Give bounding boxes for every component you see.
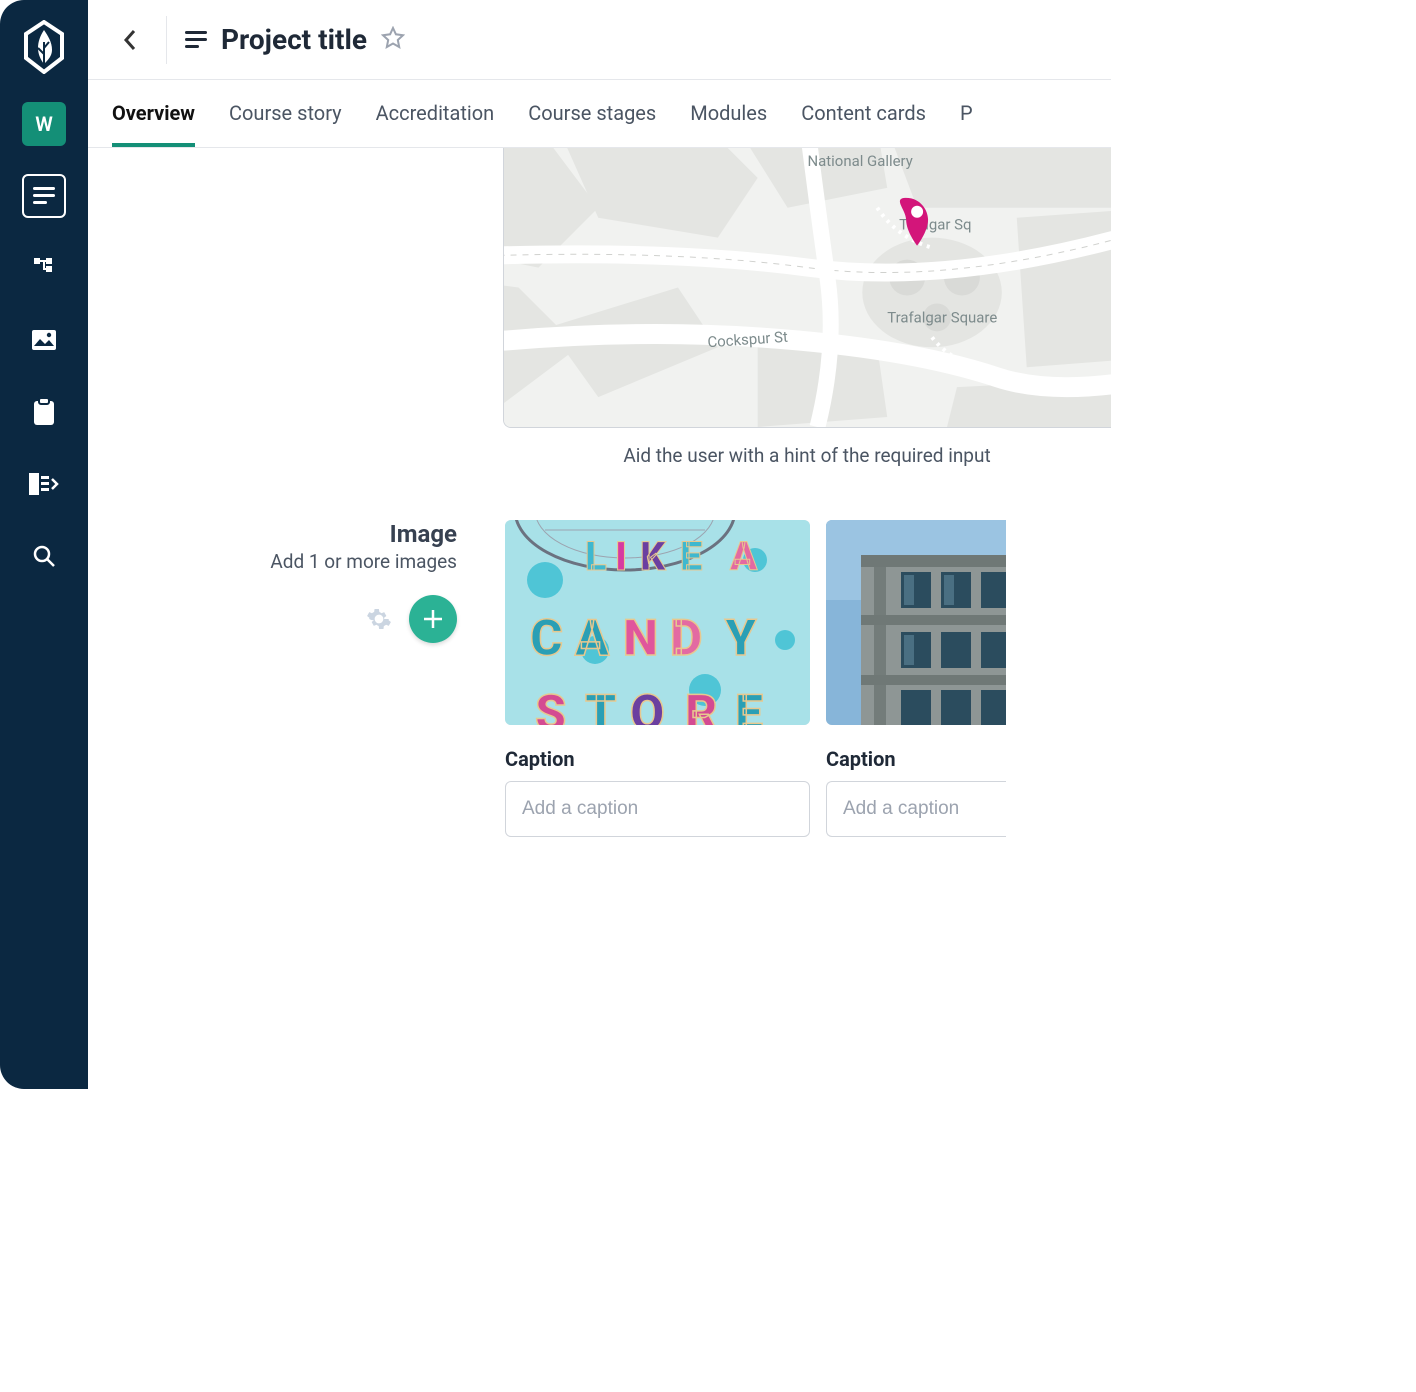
building-image: [826, 520, 1006, 725]
svg-text:D: D: [670, 610, 702, 668]
candy-cookies-image: L I K E A C A N D Y: [505, 520, 810, 725]
image-card: L I K E A C A N D Y: [505, 520, 810, 837]
svg-text:A: A: [729, 533, 758, 580]
svg-text:K: K: [640, 533, 666, 580]
image-field-header: Image Add 1 or more images: [88, 520, 473, 837]
tab-course-stages[interactable]: Course stages: [528, 81, 656, 147]
svg-text:S: S: [535, 685, 566, 725]
map-field[interactable]: National Gallery Trafalgar Square algar …: [503, 148, 1111, 428]
svg-text:E: E: [680, 533, 702, 580]
tab-content-cards[interactable]: Content cards: [801, 81, 926, 147]
tab-course-story[interactable]: Course story: [229, 81, 342, 147]
image-thumbnail[interactable]: [826, 520, 1006, 725]
workspace-initial: W: [35, 112, 53, 136]
clipboard-icon: [32, 398, 56, 426]
image-thumbnail[interactable]: L I K E A C A N D Y: [505, 520, 810, 725]
sidebar: W: [0, 0, 88, 1089]
image-field-subtitle: Add 1 or more images: [88, 550, 457, 573]
app-logo[interactable]: [22, 20, 66, 74]
page-title: Project title: [221, 23, 367, 56]
sidebar-item-workspace[interactable]: W: [22, 102, 66, 146]
caption-input[interactable]: [826, 781, 1006, 837]
caption-label: Caption: [505, 747, 810, 771]
horizontal-lines-icon: [33, 187, 55, 205]
svg-text:National Gallery: National Gallery: [808, 152, 913, 170]
svg-text:R: R: [685, 685, 718, 725]
svg-text:C: C: [530, 610, 563, 668]
svg-text:I: I: [615, 533, 627, 580]
svg-text:Y: Y: [724, 610, 757, 668]
tab-accreditation[interactable]: Accreditation: [376, 81, 495, 147]
svg-text:N: N: [623, 610, 658, 668]
tab-modules[interactable]: Modules: [690, 81, 767, 147]
caption-label: Caption: [826, 747, 1006, 771]
content-area: National Gallery Trafalgar Square algar …: [88, 148, 1111, 1089]
sidebar-item-clipboard[interactable]: [22, 390, 66, 434]
sidebar-item-search[interactable]: [22, 534, 66, 578]
svg-text:Trafalgar Square: Trafalgar Square: [887, 308, 997, 326]
svg-text:E: E: [735, 685, 763, 725]
svg-text:L: L: [585, 533, 607, 580]
svg-text:A: A: [574, 610, 610, 668]
chevron-left-icon: [123, 29, 137, 51]
divider: [166, 16, 167, 64]
tab-overview[interactable]: Overview: [112, 81, 195, 147]
image-icon: [31, 329, 57, 351]
tab-more[interactable]: P: [960, 81, 973, 147]
gear-icon: [366, 606, 392, 632]
tabs: Overview Course story Accreditation Cour…: [88, 80, 1111, 148]
back-button[interactable]: [112, 22, 148, 58]
plus-icon: [422, 608, 444, 630]
sidebar-item-project[interactable]: [22, 174, 66, 218]
sidebar-item-media[interactable]: [22, 318, 66, 362]
image-field-title: Image: [88, 520, 457, 548]
image-settings-button[interactable]: [361, 601, 397, 637]
tree-icon: [32, 256, 56, 280]
project-icon: [185, 31, 207, 49]
svg-text:T: T: [585, 685, 617, 725]
map-preview: National Gallery Trafalgar Square algar …: [504, 148, 1111, 427]
header: Project title: [88, 0, 1111, 80]
star-icon: [381, 26, 405, 50]
search-icon: [32, 544, 56, 568]
map-hint: Aid the user with a hint of the required…: [503, 444, 1111, 467]
caption-input[interactable]: [505, 781, 810, 837]
image-card: Caption: [826, 520, 1006, 837]
panel-expand-icon: [29, 473, 59, 495]
svg-text:O: O: [630, 685, 665, 725]
favorite-button[interactable]: [381, 26, 405, 54]
sidebar-item-panel[interactable]: [22, 462, 66, 506]
add-image-button[interactable]: [409, 595, 457, 643]
sidebar-item-structure[interactable]: [22, 246, 66, 290]
